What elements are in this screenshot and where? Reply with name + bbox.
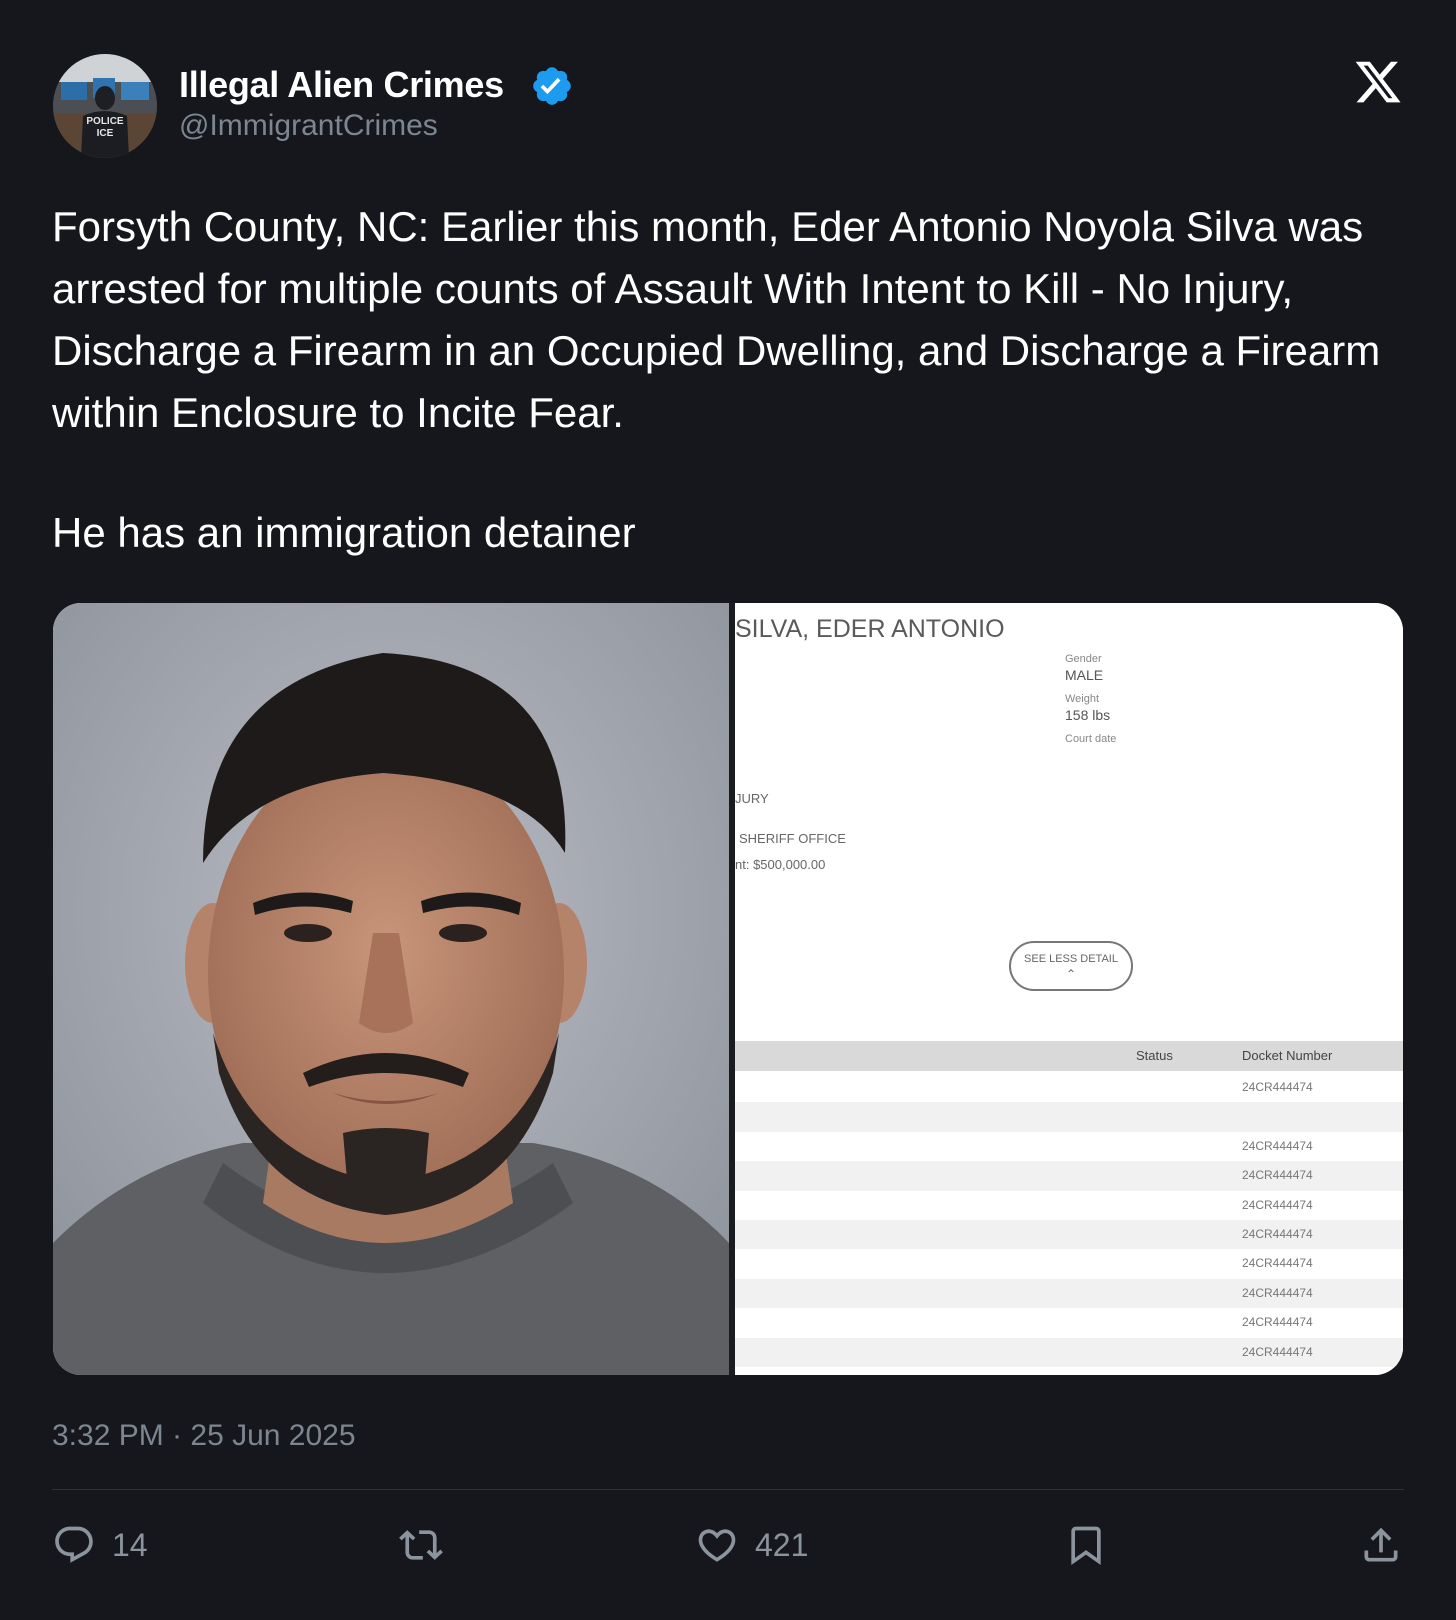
tweet-text: Forsyth County, NC: Earlier this month, … [52,196,1432,564]
repost-icon [399,1530,443,1560]
table-row [735,1102,1403,1132]
bookmark-icon [1071,1526,1101,1566]
table-row: 24CR444474 [735,1278,1403,1309]
reply-button[interactable]: 14 [52,1522,148,1568]
tweet-timestamp[interactable]: 3:32 PM · 25 Jun 2025 [52,1419,356,1453]
table-row: 24CR444474 [735,1161,1403,1191]
bookmark-button[interactable] [1064,1522,1108,1568]
actions-divider [52,1489,1404,1490]
docket-cell: 24CR444474 [1242,1168,1313,1183]
share-icon [1364,1527,1398,1562]
svg-text:ICE: ICE [97,128,114,139]
table-row: 24CR444474 [735,1308,1403,1337]
svg-text:POLICE: POLICE [86,116,124,127]
see-less-label: SEE LESS DETAIL [1024,953,1118,965]
tweet-paragraph: He has an immigration detainer [52,509,636,556]
docket-cell: 24CR444474 [1242,1226,1313,1241]
mugshot-photo[interactable] [53,603,729,1375]
charges-table: 24CR444474 24CR444474 24CR444474 24CR444… [735,1073,1403,1367]
weight-label: Weight [1065,693,1100,705]
tweet-paragraph: Forsyth County, NC: Earlier this month, … [52,203,1381,436]
like-count: 421 [755,1526,809,1563]
table-row: 24CR444474 [735,1073,1403,1102]
author-handle[interactable]: @ImmigrantCrimes [179,109,438,143]
bond-fragment: nt: $500,000.00 [735,857,826,872]
repost-button[interactable] [399,1522,443,1568]
docket-cell: 24CR444474 [1242,1344,1313,1359]
tweet-media[interactable]: SILVA, EDER ANTONIO Gender MALE Weight 1… [53,603,1403,1375]
charge-fragment: JURY [735,791,769,806]
status-column-header: Status [1136,1048,1173,1063]
weight-value: 158 lbs [1065,707,1111,723]
like-button[interactable]: 421 [695,1522,808,1568]
record-name: SILVA, EDER ANTONIO [735,615,1005,643]
charges-table-header: Status Docket Number [735,1041,1403,1071]
inmate-record-image[interactable]: SILVA, EDER ANTONIO Gender MALE Weight 1… [735,603,1403,1375]
table-row: 24CR444474 [735,1191,1403,1220]
table-row: 24CR444474 [735,1132,1403,1161]
table-row: 24CR444474 [735,1219,1403,1250]
chevron-up-icon: ⌃ [1065,967,1077,981]
agency-fragment: SHERIFF OFFICE [739,831,846,846]
docket-cell: 24CR444474 [1242,1256,1313,1271]
x-logo-icon[interactable] [1353,57,1403,107]
heart-icon [698,1529,736,1562]
see-less-detail-button: SEE LESS DETAIL ⌃ [1009,941,1133,991]
verified-badge-icon [533,67,571,105]
share-button[interactable] [1359,1522,1403,1568]
table-row: 24CR444474 [735,1337,1403,1367]
table-row: 24CR444474 [735,1249,1403,1278]
docket-cell: 24CR444474 [1242,1285,1313,1300]
reply-icon [55,1526,93,1563]
docket-cell: 24CR444474 [1242,1197,1313,1212]
reply-count: 14 [112,1526,148,1563]
gender-label: Gender [1065,653,1102,665]
avatar-image: POLICE ICE [53,54,157,158]
author-name[interactable]: Illegal Alien Crimes [179,64,504,106]
author-avatar[interactable]: POLICE ICE [53,54,157,158]
docket-cell: 24CR444474 [1242,1315,1313,1330]
court-date-label: Court date [1065,733,1117,745]
gender-value: MALE [1065,667,1104,683]
docket-cell: 24CR444474 [1242,1138,1313,1153]
docket-column-header: Docket Number [1242,1048,1333,1063]
docket-cell: 24CR444474 [1242,1080,1313,1094]
